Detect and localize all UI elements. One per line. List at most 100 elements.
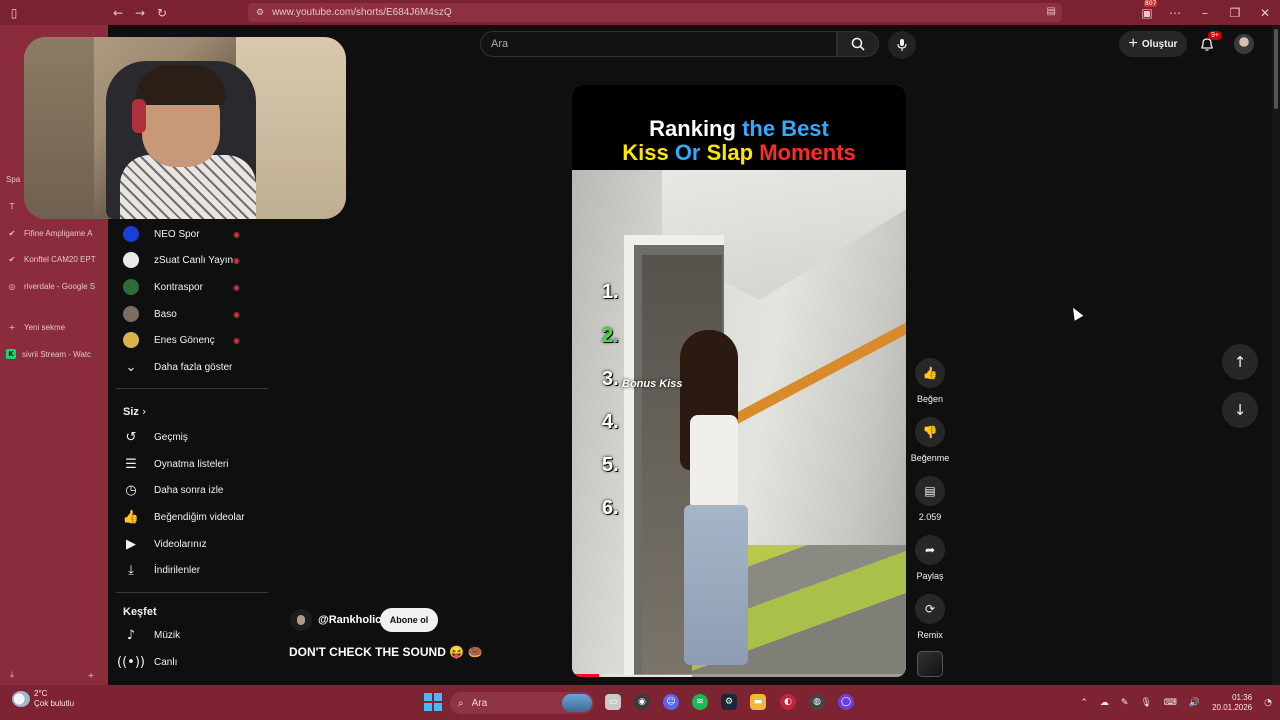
voice-search-button[interactable] xyxy=(888,31,916,59)
subscription-label: Baso xyxy=(154,308,177,320)
rank-2: 2. xyxy=(602,325,619,347)
dislike-button[interactable]: 👎 Beğenme xyxy=(908,417,952,463)
live-item[interactable]: ((•)) Canlı xyxy=(108,649,268,675)
file-explorer-icon[interactable]: ▬ xyxy=(750,694,766,710)
subscribe-button[interactable]: Abone ol xyxy=(380,608,438,632)
account-avatar[interactable] xyxy=(1234,34,1254,54)
notifications-button[interactable]: 9+ xyxy=(1196,31,1222,55)
taskbar-search[interactable]: ⌕ Ara xyxy=(450,692,594,714)
music-note-icon: ♪ xyxy=(126,627,136,643)
tab-letter-icon: T xyxy=(9,201,15,211)
more-menu-icon[interactable]: ⋯ xyxy=(1164,2,1186,24)
guide-label: Oynatma listeleri xyxy=(154,458,229,470)
chrome-icon[interactable]: ◍ xyxy=(809,694,825,710)
search-input[interactable]: Ara xyxy=(480,31,837,57)
minimize-icon[interactable]: – xyxy=(1194,2,1216,24)
your-videos-item[interactable]: ▶ Videolarınız xyxy=(108,531,268,557)
volume-icon[interactable]: 🔊 xyxy=(1189,698,1200,708)
video-progress-bar[interactable] xyxy=(572,674,906,677)
task-view-icon[interactable]: ▭ xyxy=(605,694,621,710)
start-button[interactable] xyxy=(424,693,442,711)
playlists-item[interactable]: ☰ Oynatma listeleri xyxy=(108,451,268,477)
plus-icon: + xyxy=(1128,35,1138,52)
tab-konftel[interactable]: ✔ Konftel CAM20 EPT xyxy=(6,250,102,268)
discord-icon[interactable]: ☺ xyxy=(663,694,679,710)
guide-label: Müzik xyxy=(154,629,181,641)
live-icon: ◉ xyxy=(233,309,240,319)
add-tab-icon[interactable]: + xyxy=(86,666,102,684)
history-item[interactable]: ↺ Geçmiş xyxy=(108,424,268,450)
guide-label: İndirilenler xyxy=(154,564,201,576)
steam-icon[interactable]: ⚙ xyxy=(721,694,737,710)
address-bar[interactable]: ⚙ www.youtube.com/shorts/E684J6M4szQ ▤ xyxy=(248,3,1062,22)
title-word: Ranking xyxy=(649,116,736,141)
title-word: Slap xyxy=(706,140,754,165)
play-box-icon: ▶ xyxy=(126,536,136,552)
reader-mode-icon[interactable]: ▤ xyxy=(1047,6,1056,17)
channel-avatar[interactable] xyxy=(290,609,312,631)
create-label: Oluştur xyxy=(1141,38,1178,50)
comments-button[interactable]: ▤ 2.059 xyxy=(908,476,952,522)
tab-sivrii-stream[interactable]: Ksivrii Stream - Watc xyxy=(6,345,102,363)
opera-gx-icon[interactable]: ◐ xyxy=(780,694,796,710)
channel-name[interactable]: @Rankholic xyxy=(318,614,381,626)
weather-widget[interactable]: 2°C Çok bulutlu xyxy=(12,689,74,709)
downloads-item[interactable]: ⤓ İndirilenler xyxy=(108,557,268,583)
close-icon[interactable]: ✕ xyxy=(1254,2,1276,24)
previous-short-button[interactable]: ↑ xyxy=(1222,344,1258,380)
liked-videos-item[interactable]: 👍 Beğendiğim videolar xyxy=(108,504,268,530)
spotify-icon[interactable]: ≋ xyxy=(692,694,708,710)
remix-button[interactable]: ⟳ Remix xyxy=(908,594,952,640)
show-more-button[interactable]: ⌄ Daha fazla göster xyxy=(108,354,268,380)
app-icon[interactable]: ◯ xyxy=(838,694,854,710)
tab-label: Yeni sekme xyxy=(24,322,66,332)
extension-icon[interactable]: ▣ 807 xyxy=(1136,0,1158,24)
mouse-cursor xyxy=(1068,305,1084,321)
watch-later-item[interactable]: ◷ Daha sonra izle xyxy=(108,477,268,503)
obs-icon[interactable]: ◉ xyxy=(634,694,650,710)
tab-riverdale[interactable]: ◎ riverdale - Google S xyxy=(6,277,102,295)
site-info-icon[interactable]: ⚙ xyxy=(256,8,264,18)
reload-icon[interactable]: ↻ xyxy=(151,2,173,24)
audio-thumbnail[interactable] xyxy=(917,651,943,677)
check-icon: ✔ xyxy=(8,228,16,238)
like-button[interactable]: 👍 Beğen xyxy=(908,358,952,404)
clock[interactable]: 01:36 20.01.2026 xyxy=(1212,693,1252,713)
music-item[interactable]: ♪ Müzik xyxy=(108,622,268,648)
downloads-icon[interactable]: ⤓ xyxy=(6,666,26,684)
maximize-icon[interactable]: ❐ xyxy=(1224,2,1246,24)
guide-label: Geçmiş xyxy=(154,431,188,443)
network-icon[interactable]: ⌨ xyxy=(1164,698,1177,708)
guide-label: Daha sonra izle xyxy=(154,484,224,496)
subscription-baso[interactable]: Baso ◉ xyxy=(108,301,268,327)
subscription-zsuat[interactable]: zSuat Canlı Yayın ◉ xyxy=(108,247,268,273)
you-section-title[interactable]: Siz › xyxy=(123,405,146,418)
share-button[interactable]: ➦ Paylaş xyxy=(908,535,952,581)
notification-badge: 9+ xyxy=(1208,31,1222,40)
page-scrollbar[interactable] xyxy=(1272,25,1280,685)
subscription-neo-spor[interactable]: NEO Spor ◉ xyxy=(108,221,268,247)
rank-5: 5. xyxy=(602,454,619,476)
mic-tray-icon[interactable]: 🎙 xyxy=(1140,698,1151,708)
forward-icon[interactable]: → xyxy=(129,2,151,24)
notification-center-icon[interactable]: ◔ xyxy=(1264,698,1272,708)
create-button[interactable]: + Oluştur xyxy=(1119,31,1187,57)
pen-icon[interactable]: ✎ xyxy=(1121,698,1129,708)
new-tab-button[interactable]: + Yeni sekme xyxy=(6,318,102,336)
subscription-label: Enes Gönenç xyxy=(154,334,215,346)
extension-badge: 807 xyxy=(1144,0,1158,7)
cloud-sync-icon[interactable]: ☁ xyxy=(1100,698,1109,708)
back-icon[interactable]: ← xyxy=(107,2,129,24)
next-short-button[interactable]: ↓ xyxy=(1222,392,1258,428)
search-button[interactable] xyxy=(837,31,879,57)
shorts-video-player[interactable]: Ranking the Best Kiss Or Slap Moments 1.… xyxy=(572,85,906,677)
subscription-enes-gonenc[interactable]: Enes Gönenç ◉ xyxy=(108,327,268,353)
scrollbar-thumb[interactable] xyxy=(1274,29,1278,109)
tray-overflow-icon[interactable]: ⌃ xyxy=(1080,698,1088,708)
video-progress-fill xyxy=(572,674,599,677)
tab-fifine[interactable]: ✔ Fifine Ampligame A xyxy=(6,224,102,242)
live-icon: ◉ xyxy=(233,255,240,265)
sidebar-toggle-icon[interactable]: ▯ xyxy=(3,2,25,24)
subscription-kontraspor[interactable]: Kontraspor ◉ xyxy=(108,274,268,300)
thumbs-up-icon: 👍 xyxy=(122,509,140,525)
